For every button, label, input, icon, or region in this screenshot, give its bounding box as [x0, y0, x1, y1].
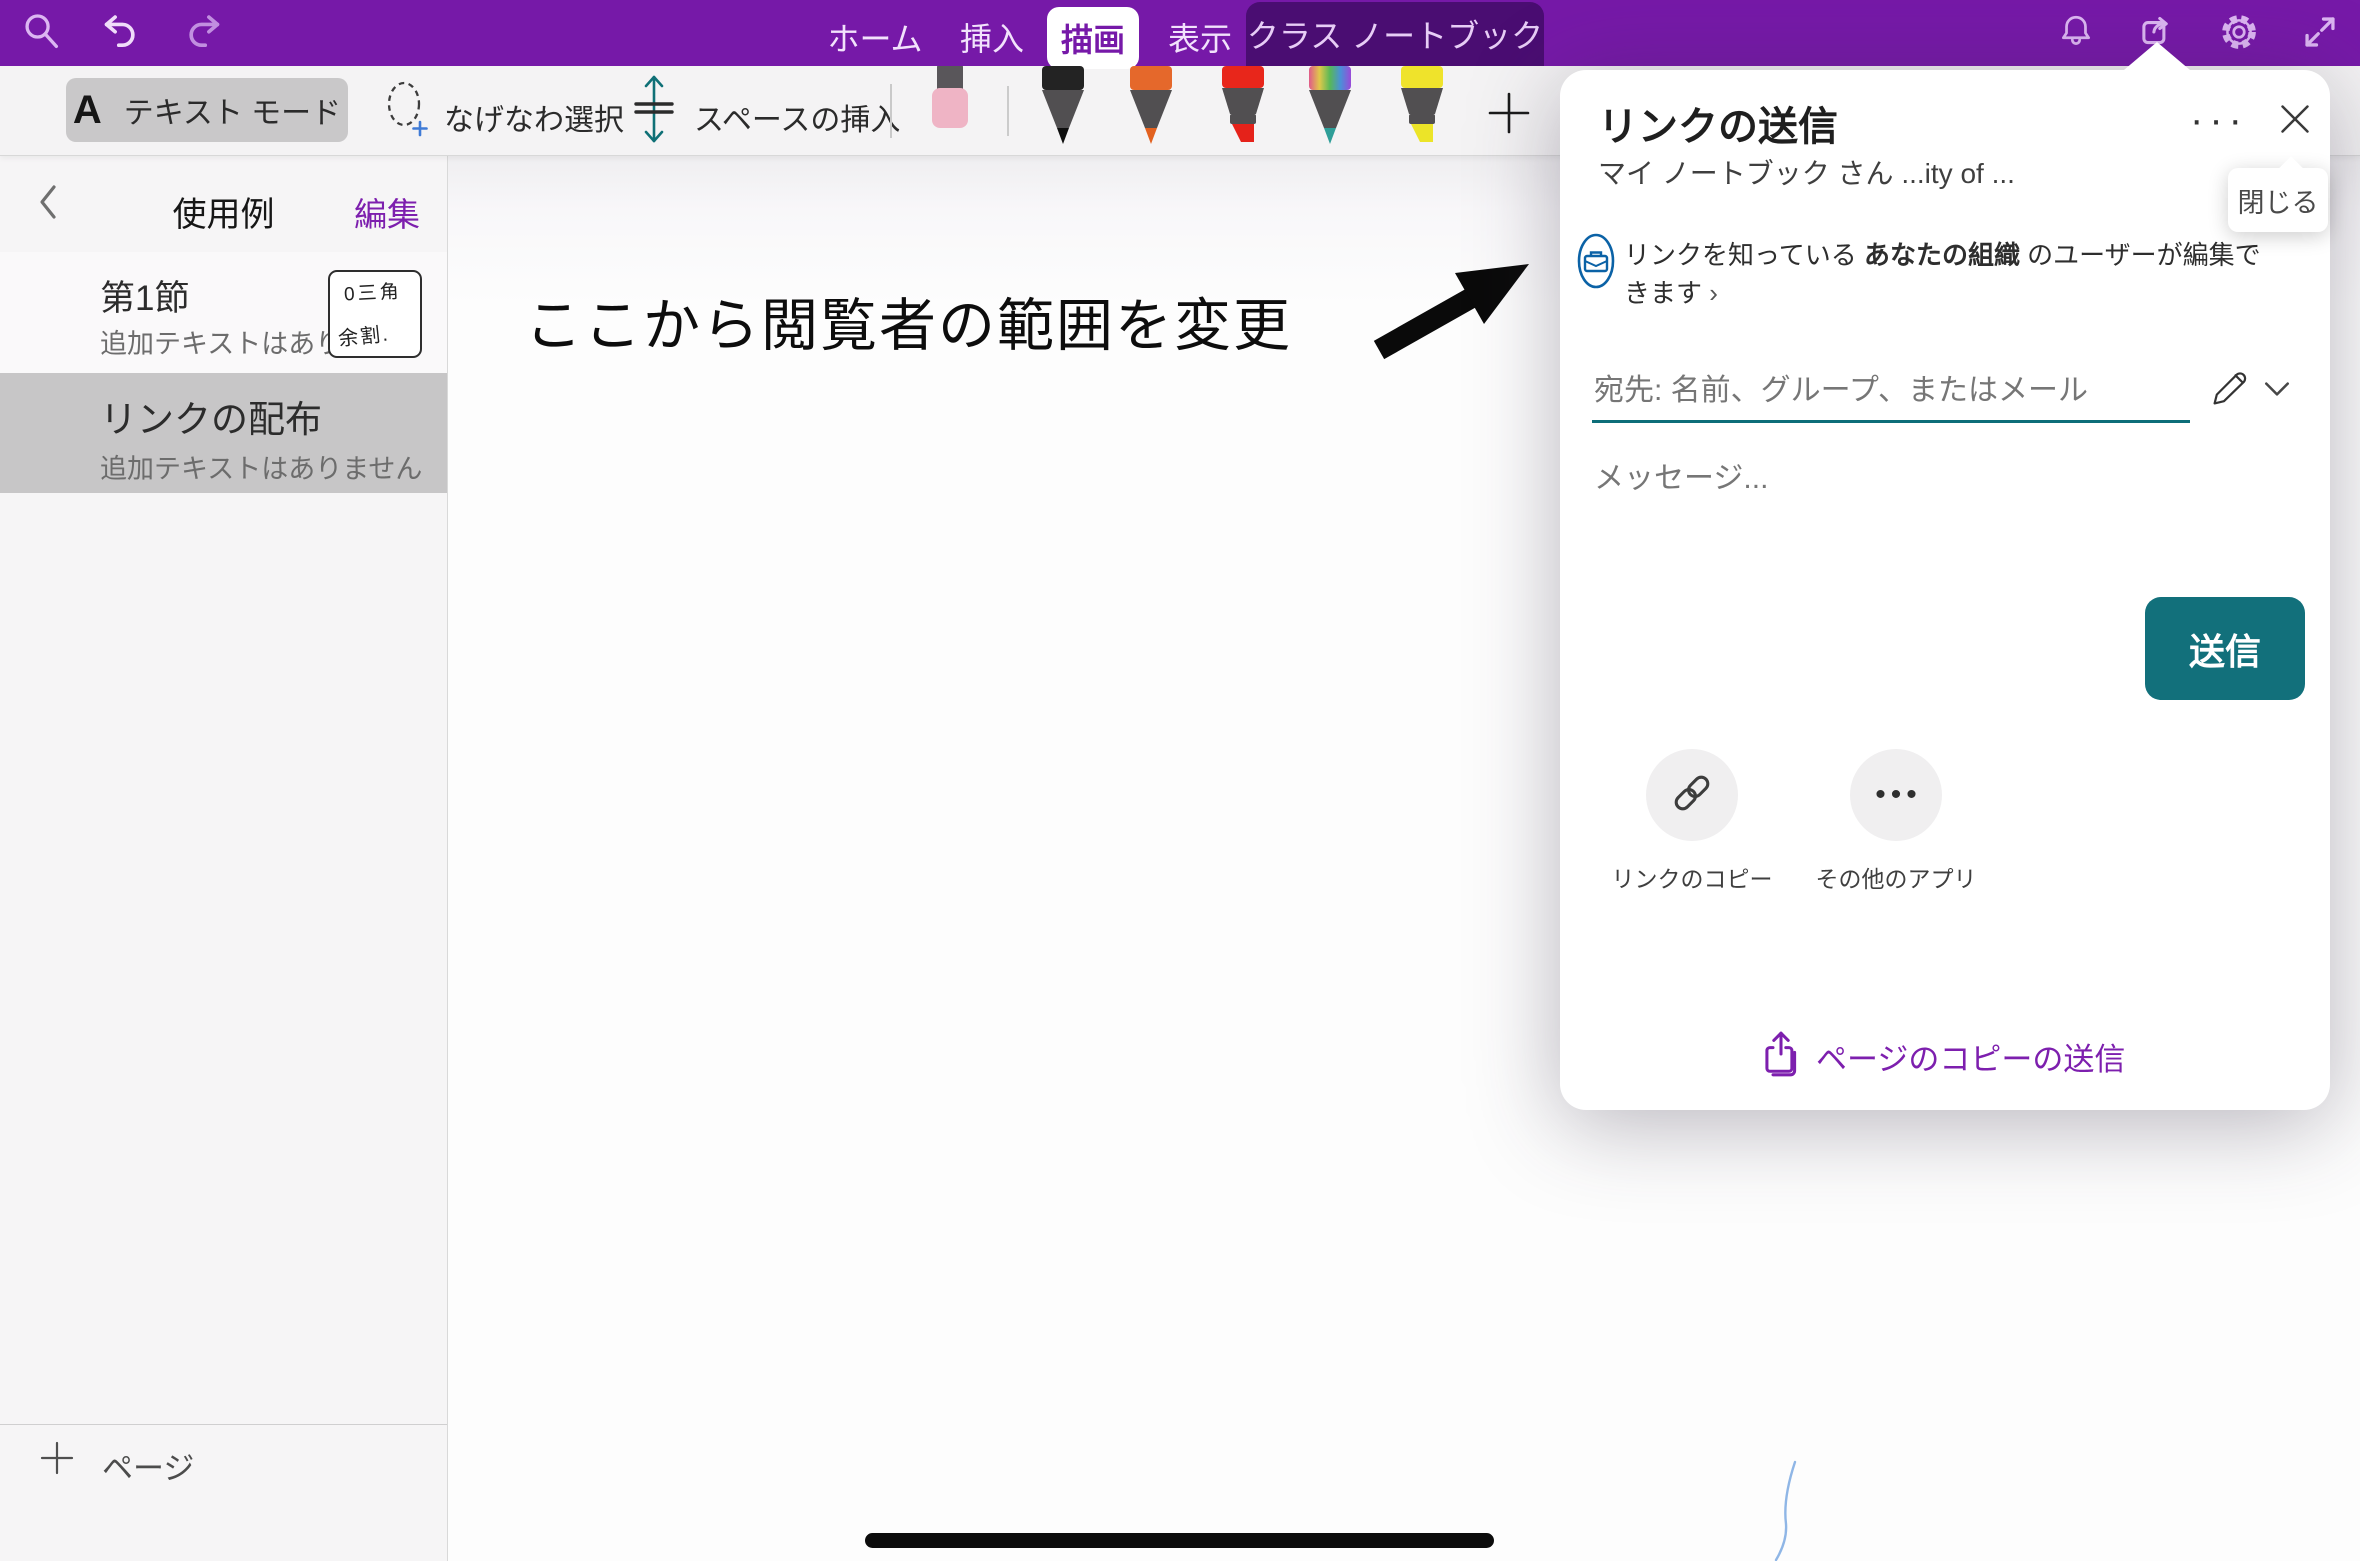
dialog-subtitle: マイ ノートブック さん ...ity of ... — [1598, 152, 2015, 192]
settings-gear-icon[interactable] — [2219, 11, 2259, 58]
ink-blue-squiggle — [1755, 1458, 1815, 1561]
search-icon[interactable] — [22, 11, 62, 58]
toolbar-divider — [890, 84, 892, 138]
ellipsis-icon: ••• — [1870, 778, 1922, 812]
fullscreen-expand-icon[interactable] — [2300, 11, 2340, 58]
thumbnail-handwriting-line2: 余割. — [337, 317, 391, 351]
eraser-tool-icon[interactable] — [928, 64, 972, 135]
chevron-right-icon: › — [1709, 278, 1718, 308]
recipients-input[interactable] — [1592, 362, 2190, 423]
lasso-select-label[interactable]: なげなわ選択 — [444, 95, 624, 139]
organization-briefcase-icon — [1576, 232, 1616, 295]
more-apps-button[interactable]: ••• — [1850, 749, 1942, 841]
add-page-button[interactable]: ページ — [0, 1425, 447, 1505]
org-scope-label: あなたの組織 — [1864, 240, 2020, 270]
page-item-title: リンクの配布 — [100, 389, 322, 443]
tab-home[interactable]: ホーム — [818, 14, 932, 60]
link-icon — [1668, 769, 1716, 822]
ink-thick-line — [865, 1533, 1494, 1548]
ink-annotation-text: ここから閲覧者の範囲を変更 — [525, 280, 1292, 362]
page-item-title: 第1節 — [100, 270, 189, 321]
link-permission-setting[interactable]: リンクを知っている あなたの組織 のユーザーが編集できます › — [1624, 236, 2272, 312]
page-thumbnail: 0三角 余割. — [328, 270, 422, 358]
black-pen-tool[interactable] — [1036, 66, 1090, 151]
page-list-sidebar: 使用例 編集 第1節 追加テキストはありま… 0三角 余割. リンクの配布 追加… — [0, 155, 448, 1561]
more-options-icon[interactable]: ··· — [2190, 98, 2248, 143]
text-mode-button[interactable]: A テキスト モード — [66, 78, 348, 142]
insert-space-icon[interactable] — [632, 74, 676, 149]
notifications-bell-icon[interactable] — [2056, 11, 2096, 58]
rainbow-pen-tool[interactable] — [1303, 66, 1357, 151]
tab-insert[interactable]: 挿入 — [950, 14, 1034, 60]
close-tooltip: 閉じる — [2228, 168, 2328, 232]
yellow-highlighter-tool[interactable] — [1395, 66, 1449, 151]
onenote-app: ホーム 挿入 描画 表示 クラス ノートブック A テキスト モード なげなわ選… — [0, 0, 2360, 1561]
more-apps-label: その他のアプリ — [1804, 860, 1988, 894]
copy-link-label: リンクのコピー — [1600, 860, 1784, 894]
text-mode-a-icon: A — [73, 88, 102, 133]
send-page-copy-button[interactable]: ページのコピーの送信 — [1760, 1030, 2125, 1083]
tab-class-notebook[interactable]: クラス ノートブック — [1246, 2, 1544, 66]
share-popover-arrow — [2124, 42, 2190, 70]
page-item-subtitle: 追加テキストはありません — [100, 447, 422, 486]
edit-button[interactable]: 編集 — [330, 188, 420, 236]
insert-space-label[interactable]: スペースの挿入 — [694, 95, 900, 139]
ink-arrow — [1367, 250, 1539, 373]
pencil-edit-icon[interactable] — [2208, 366, 2252, 415]
thumbnail-handwriting-line1: 0三角 — [343, 277, 402, 307]
add-pen-icon[interactable] — [1486, 90, 1532, 141]
close-icon[interactable] — [2278, 102, 2312, 141]
send-button[interactable]: 送信 — [2145, 597, 2305, 700]
red-marker-tool[interactable] — [1216, 66, 1270, 151]
redo-icon[interactable] — [182, 11, 226, 60]
dialog-title: リンクの送信 — [1598, 94, 1838, 152]
message-input[interactable] — [1592, 452, 2236, 506]
plus-icon — [38, 1439, 76, 1482]
chevron-down-icon[interactable] — [2262, 376, 2292, 407]
orange-pen-tool[interactable] — [1124, 66, 1178, 151]
page-item-link-distribution[interactable]: リンクの配布 追加テキストはありません — [0, 373, 447, 493]
send-link-dialog: リンクの送信 ··· マイ ノートブック さん ...ity of ... リン… — [1560, 70, 2330, 1110]
copy-link-button[interactable] — [1646, 749, 1738, 841]
lasso-icon[interactable] — [384, 78, 430, 147]
send-page-copy-icon — [1760, 1030, 1802, 1083]
page-item-section1[interactable]: 第1節 追加テキストはありま… 0三角 余割. — [0, 252, 447, 373]
tab-view[interactable]: 表示 — [1158, 14, 1242, 60]
top-app-bar: ホーム 挿入 描画 表示 クラス ノートブック — [0, 0, 2360, 66]
pen-divider — [1007, 86, 1009, 136]
tab-draw[interactable]: 描画 — [1047, 7, 1139, 69]
undo-icon[interactable] — [98, 11, 142, 60]
